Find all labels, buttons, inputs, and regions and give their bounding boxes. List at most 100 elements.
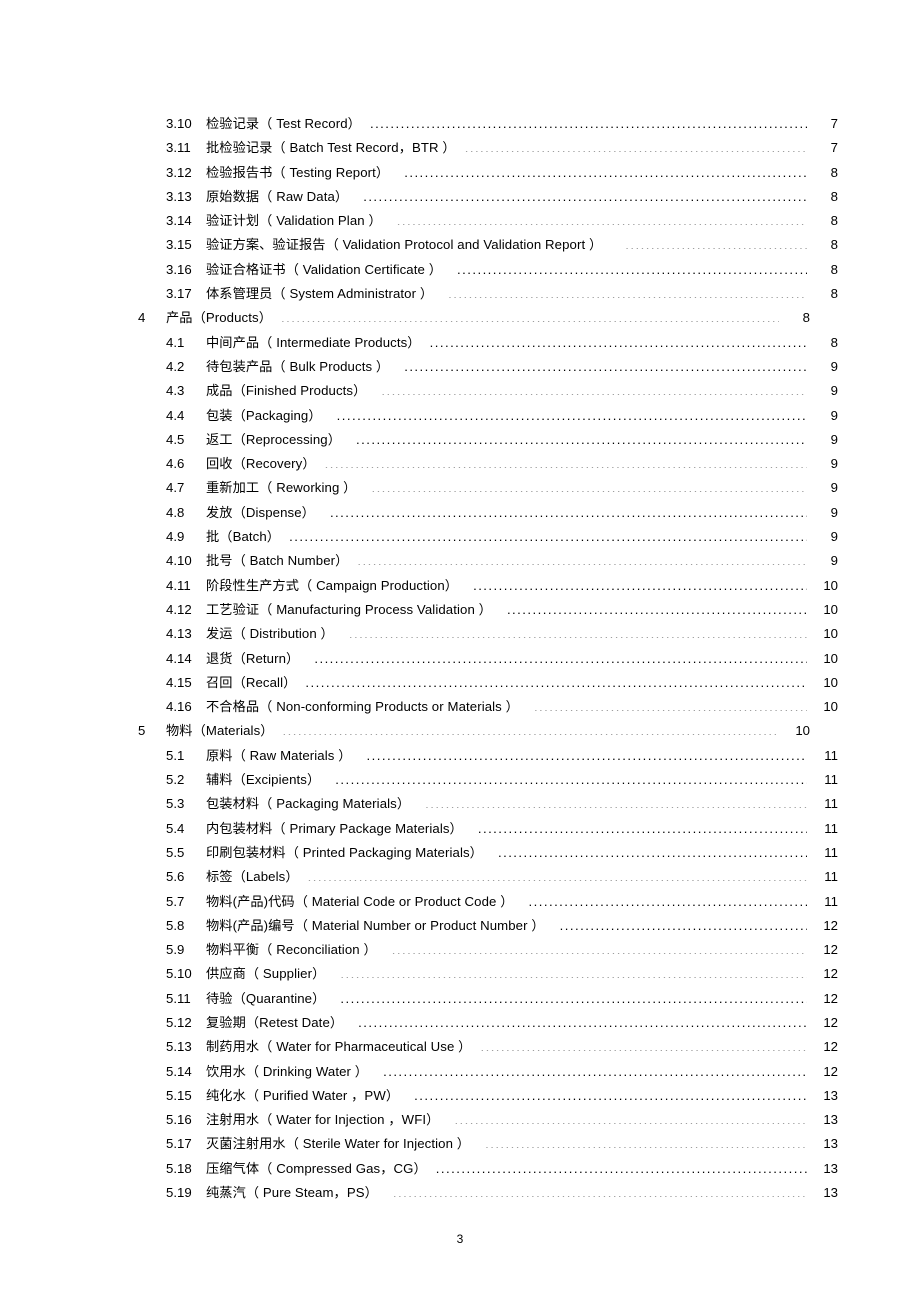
toc-entry[interactable]: 4.10 批号（ Batch Number） 9 [138, 549, 838, 573]
page-number-footer: 3 [456, 1232, 464, 1246]
toc-entry-number: 3.14 [166, 213, 192, 229]
toc-entry-number: 5.12 [166, 1014, 192, 1030]
toc-entry-title: 物料平衡（ Reconciliation ） [206, 942, 377, 958]
toc-entry[interactable]: 3.14 验证计划（ Validation Plan ） 8 [138, 209, 838, 233]
toc-entry-page-number: 9 [830, 431, 838, 447]
toc-entry-number: 5.8 [166, 917, 185, 933]
toc-entry-page-number: 10 [823, 601, 838, 617]
toc-entry[interactable]: 5.1 原料（ Raw Materials ） 11 [138, 744, 838, 768]
toc-dot-leader [392, 941, 807, 954]
toc-entry-page-number: 10 [823, 699, 838, 715]
toc-entry[interactable]: 5.5 印刷包装材料（ Printed Packaging Materials） 1… [138, 841, 838, 865]
toc-entry[interactable]: 3.12 检验报告书（ Testing Report） 8 [138, 161, 838, 185]
toc-entry[interactable]: 4.14 退货（Return） 10 [138, 647, 838, 671]
toc-entry-title: 批检验记录（ Batch Test Record，BTR ） [206, 140, 456, 156]
toc-entry-number: 4.7 [166, 480, 185, 496]
toc-dot-leader [498, 844, 807, 857]
toc-entry-title: 辅料（Excipients） [206, 772, 321, 788]
toc-entry-title: 工艺验证（ Manufacturing Process Validation ） [206, 601, 492, 617]
toc-entry-number: 4.8 [166, 504, 185, 520]
toc-entry[interactable]: 3.11 批检验记录（ Batch Test Record，BTR ） 7 [138, 136, 838, 160]
toc-entry[interactable]: 5 物料（Materials） 10 [138, 719, 810, 743]
toc-entry[interactable]: 5.16 注射用水（ Water for Injection ，WFI） 13 [138, 1108, 838, 1132]
toc-entry[interactable]: 5.14 饮用水（ Drinking Water ） 12 [138, 1060, 838, 1084]
toc-entry[interactable]: 4.7 重新加工（ Reworking ） 9 [138, 476, 838, 500]
toc-entry[interactable]: 4.2 待包装产品（ Bulk Products ） 9 [138, 355, 838, 379]
toc-entry[interactable]: 4.1 中间产品（ Intermediate Products） 8 [138, 331, 838, 355]
toc-entry[interactable]: 3.16 验证合格证书（ Validation Certificate ） 8 [138, 258, 838, 282]
toc-entry[interactable]: 4.8 发放（Dispense） 9 [138, 501, 838, 525]
toc-entry[interactable]: 4.15 召回（Recall） 10 [138, 671, 838, 695]
toc-entry-page-number: 11 [824, 869, 838, 885]
toc-dot-leader [337, 406, 807, 419]
toc-entry[interactable]: 4.13 发运（ Distribution ） 10 [138, 622, 838, 646]
toc-entry-number: 5.11 [166, 990, 191, 1006]
toc-entry-page-number: 10 [823, 650, 838, 666]
toc-entry-page-number: 11 [824, 796, 838, 812]
toc-entry-title: 注射用水（ Water for Injection ，WFI） [206, 1112, 440, 1128]
toc-entry-page-number: 11 [824, 747, 838, 763]
toc-entry-number: 5.4 [166, 820, 185, 836]
toc-entry-number: 4.5 [166, 431, 185, 447]
toc-entry-title: 物料(产品)编号（ Material Number or Product Num… [206, 917, 545, 933]
toc-entry[interactable]: 5.11 待验（Quarantine） 12 [138, 987, 838, 1011]
toc-entry[interactable]: 5.4 内包装材料（ Primary Package Materials） 11 [138, 817, 838, 841]
toc-entry[interactable]: 4.16 不合格品（ Non-conforming Products or Mat… [138, 695, 838, 719]
toc-entry[interactable]: 4.6 回收（Recovery） 9 [138, 452, 838, 476]
toc-entry[interactable]: 5.17 灭菌注射用水（ Sterile Water for Injection … [138, 1132, 838, 1156]
toc-entry-number: 3.16 [166, 261, 192, 277]
toc-entry[interactable]: 3.17 体系管理员（ System Administrator ） 8 [138, 282, 838, 306]
toc-dot-leader [457, 261, 807, 274]
toc-entry[interactable]: 5.3 包装材料（ Packaging Materials） 11 [138, 792, 838, 816]
toc-entry[interactable]: 4.4 包装（Packaging） 9 [138, 404, 838, 428]
toc-entry-title: 中间产品（ Intermediate Products） [206, 334, 421, 350]
toc-entry-title: 灭菌注射用水（ Sterile Water for Injection ） [206, 1136, 471, 1152]
toc-entry[interactable]: 4 产品（Products） 8 [138, 306, 810, 330]
toc-entry[interactable]: 5.8 物料(产品)编号（ Material Number or Product … [138, 914, 838, 938]
toc-entry[interactable]: 5.9 物料平衡（ Reconciliation ） 12 [138, 938, 838, 962]
toc-entry-page-number: 11 [824, 893, 838, 909]
toc-entry-page-number: 13 [823, 1136, 838, 1152]
toc-entry-number: 5.18 [166, 1160, 192, 1176]
toc-entry[interactable]: 5.15 纯化水（ Purified Water ，PW） 13 [138, 1084, 838, 1108]
toc-entry[interactable]: 4.11 阶段性生产方式（ Campaign Production） 10 [138, 574, 838, 598]
toc-entry-title: 待包装产品（ Bulk Products ） [206, 358, 390, 374]
toc-entry-number: 5.19 [166, 1185, 192, 1201]
toc-entry[interactable]: 3.15 验证方案、验证报告（ Validation Protocol and V… [138, 233, 838, 257]
toc-dot-leader [357, 552, 807, 565]
toc-entry-page-number: 12 [823, 942, 838, 958]
toc-dot-leader [335, 771, 807, 784]
toc-entry[interactable]: 5.18 压缩气体（ Compressed Gas，CG） 13 [138, 1157, 838, 1181]
toc-entry-page-number: 12 [823, 1014, 838, 1030]
toc-entry[interactable]: 4.12 工艺验证（ Manufacturing Process Validati… [138, 598, 838, 622]
toc-dot-leader [534, 698, 807, 711]
toc-entry-title: 原料（ Raw Materials ） [206, 747, 352, 763]
toc-entry[interactable]: 5.12 复验期（Retest Date） 12 [138, 1011, 838, 1035]
toc-entry[interactable]: 3.10 检验记录（ Test Record） 7 [138, 112, 838, 136]
toc-entry[interactable]: 4.3 成品（Finished Products） 9 [138, 379, 838, 403]
toc-entry-number: 5.6 [166, 869, 185, 885]
toc-dot-leader [308, 868, 807, 881]
toc-entry[interactable]: 4.5 返工（Reprocessing） 9 [138, 428, 838, 452]
toc-entry[interactable]: 4.9 批（Batch） 9 [138, 525, 838, 549]
toc-entry[interactable]: 5.13 制药用水（ Water for Pharmaceutical Use ）… [138, 1035, 838, 1059]
toc-entry-page-number: 13 [823, 1087, 838, 1103]
toc-entry-page-number: 9 [830, 383, 838, 399]
toc-entry-title: 批（Batch） [206, 529, 281, 545]
toc-entry[interactable]: 5.10 供应商（ Supplier） 12 [138, 962, 838, 986]
toc-entry-page-number: 10 [795, 723, 810, 739]
toc-entry[interactable]: 3.13 原始数据（ Raw Data） 8 [138, 185, 838, 209]
toc-entry[interactable]: 5.6 标签（Labels） 11 [138, 865, 838, 889]
toc-dot-leader [314, 649, 807, 662]
toc-dot-leader [560, 917, 807, 930]
toc-entry-page-number: 8 [830, 286, 838, 302]
toc-entry[interactable]: 5.7 物料(产品)代码（ Material Code or Product Co… [138, 890, 838, 914]
toc-entry-title: 压缩气体（ Compressed Gas，CG） [206, 1160, 427, 1176]
toc-entry-number: 4.1 [166, 334, 185, 350]
toc-dot-leader [325, 455, 807, 468]
toc-entry-page-number: 13 [823, 1112, 838, 1128]
toc-entry[interactable]: 5.19 纯蒸汽（ Pure Steam，PS） 13 [138, 1181, 838, 1205]
toc-dot-leader [283, 722, 779, 735]
toc-entry[interactable]: 5.2 辅料（Excipients） 11 [138, 768, 838, 792]
toc-entry-number: 4.2 [166, 358, 185, 374]
